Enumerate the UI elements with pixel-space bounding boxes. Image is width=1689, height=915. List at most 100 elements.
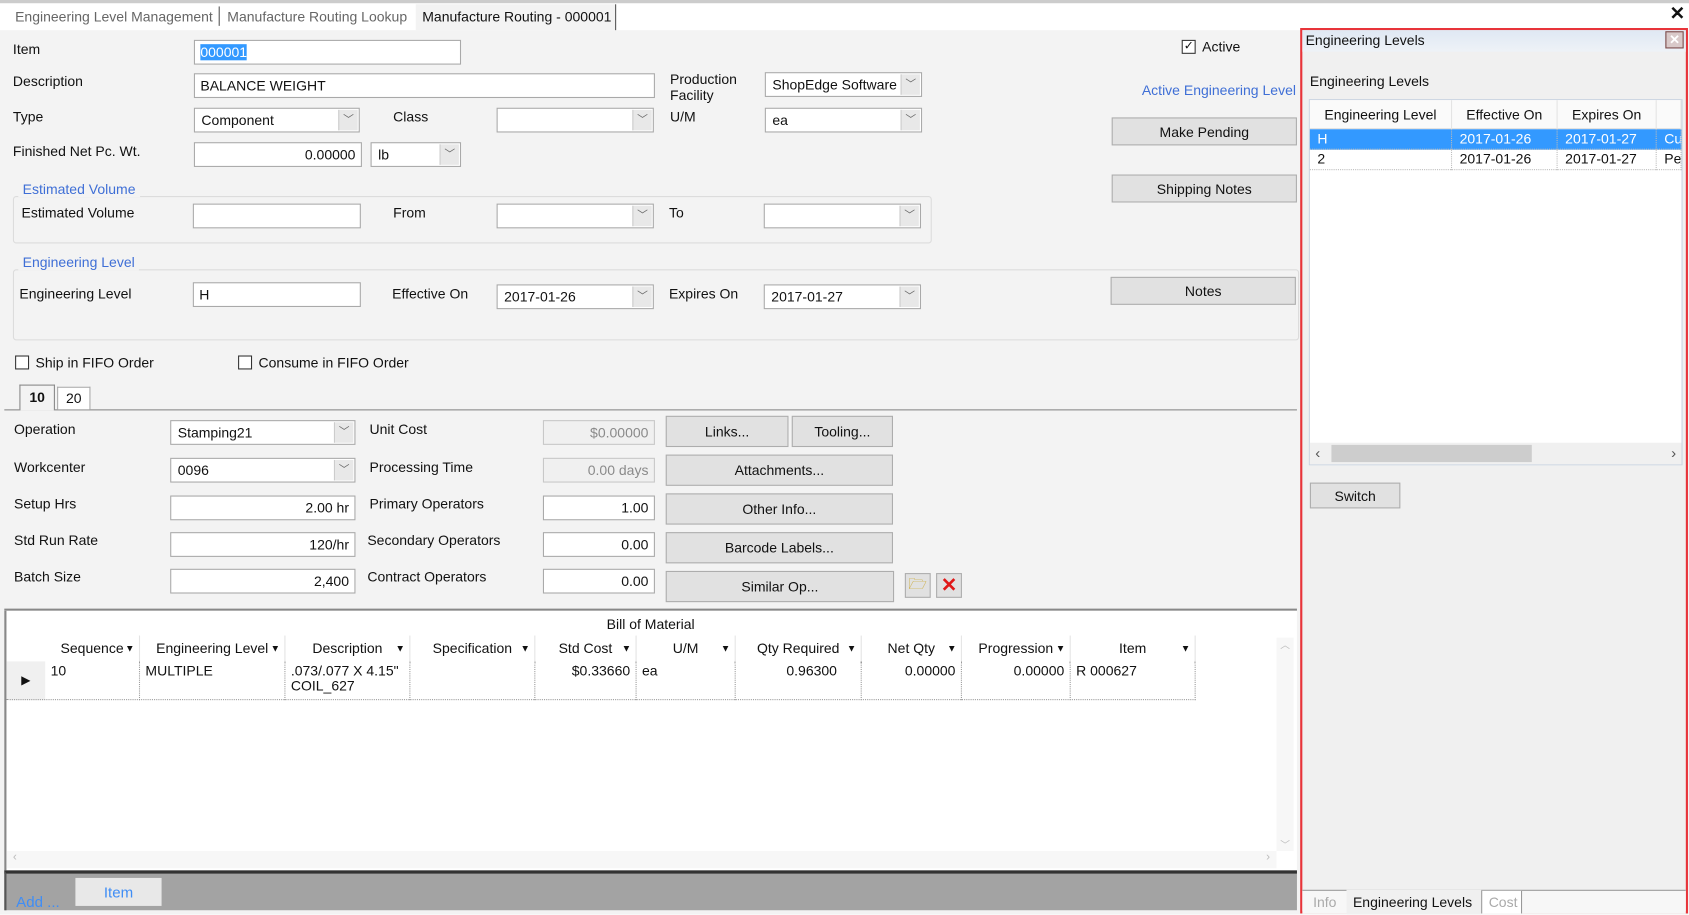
bottom-toolbar: Add ... Item — [4, 870, 1297, 911]
consume-fifo-checkbox[interactable] — [238, 355, 253, 370]
batch-size-input[interactable]: 2,400 — [170, 568, 356, 594]
description-input[interactable]: BALANCE WEIGHT — [193, 73, 655, 99]
cell-description[interactable]: .073/.077 X 4.15" COIL_627 — [285, 661, 411, 701]
column-header[interactable]: Net Qty ▼ — [862, 635, 962, 662]
um-select[interactable]: ea ﹀ — [764, 107, 923, 133]
setup-hrs-input[interactable]: 2.00 hr — [170, 495, 356, 521]
cell-std-cost[interactable]: $0.33660 — [535, 661, 637, 701]
app-window: Engineering Level Management Manufacture… — [0, 0, 1689, 915]
contract-operators-input[interactable]: 0.00 — [542, 568, 655, 594]
weight-unit-select[interactable]: lb ﹀ — [370, 142, 462, 167]
tab-operation-10[interactable]: 10 — [19, 384, 55, 411]
production-facility-select[interactable]: ShopEdge Software ﹀ — [764, 72, 923, 97]
cell-progression[interactable]: 0.00000 — [962, 661, 1071, 701]
filter-dropdown-icon[interactable]: ▼ — [1181, 636, 1191, 662]
tab-manufacture-routing-000001[interactable]: Manufacture Routing - 000001 — [415, 4, 617, 31]
panel-tab-engineering-levels[interactable]: Engineering Levels — [1346, 889, 1482, 915]
shipping-notes-button[interactable]: Shipping Notes — [1111, 174, 1297, 203]
column-header[interactable]: Engineering Level — [1310, 100, 1453, 130]
column-header[interactable]: Progression ▼ — [962, 635, 1071, 662]
filter-dropdown-icon[interactable]: ▼ — [947, 636, 957, 662]
secondary-operators-input[interactable]: 0.00 — [542, 532, 655, 557]
from-select[interactable]: ﹀ — [496, 203, 654, 229]
filter-dropdown-icon[interactable]: ▼ — [1056, 636, 1066, 662]
active-engineering-level-link[interactable]: Active Engineering Level — [1142, 82, 1296, 98]
column-header-label: Net Qty — [887, 639, 936, 657]
net-weight-input[interactable]: 0.00000 — [193, 142, 362, 167]
cell-net-qty[interactable]: 0.00000 — [862, 661, 962, 701]
grid-horizontal-scrollbar[interactable]: ‹ › — [1309, 442, 1682, 465]
barcode-labels-button[interactable]: Barcode Labels... — [665, 532, 893, 564]
filter-dropdown-icon[interactable]: ▼ — [847, 636, 857, 662]
chevron-down-icon: ﹀ — [900, 74, 920, 95]
column-header[interactable]: Expires On — [1558, 100, 1657, 130]
notes-button[interactable]: Notes — [1110, 276, 1296, 305]
active-checkbox[interactable]: ✓ — [1181, 39, 1196, 54]
filter-dropdown-icon[interactable]: ▼ — [125, 636, 135, 662]
estimated-volume-input[interactable] — [192, 203, 361, 229]
ship-fifo-checkbox[interactable] — [15, 355, 30, 370]
expires-on-picker[interactable]: 2017-01-27 ﹀ — [763, 284, 922, 310]
horizontal-scrollbar[interactable]: ‹ › — [6, 850, 1277, 869]
tab-manufacture-routing-lookup[interactable]: Manufacture Routing Lookup — [227, 9, 407, 25]
column-header-label: Progression — [978, 639, 1054, 657]
item-button[interactable]: Item — [75, 877, 162, 906]
column-header[interactable]: Qty Required ▼ — [736, 635, 862, 662]
similar-op-button[interactable]: Similar Op... — [665, 570, 895, 603]
filter-dropdown-icon[interactable]: ▼ — [721, 636, 731, 662]
effective-on-picker[interactable]: 2017-01-26 ﹀ — [496, 284, 654, 310]
class-select[interactable]: ﹀ — [496, 107, 654, 133]
cell-eng-level[interactable]: MULTIPLE — [140, 661, 286, 701]
list-item[interactable]: H2017-01-262017-01-27Cur — [1309, 129, 1682, 150]
table-row[interactable]: 10 MULTIPLE .073/.077 X 4.15" COIL_627 $0.3… — [6, 661, 1196, 701]
cell-um[interactable]: ea — [637, 661, 736, 701]
make-pending-button[interactable]: Make Pending — [1111, 117, 1297, 146]
to-label: To — [668, 204, 684, 221]
column-header[interactable]: Std Cost ▼ — [535, 635, 637, 662]
column-header[interactable]: Item ▼ — [1071, 635, 1196, 662]
column-header[interactable] — [1657, 100, 1682, 130]
panel-close-icon[interactable]: ✕ — [1665, 31, 1684, 49]
item-input[interactable]: 000001 — [193, 39, 462, 65]
filter-dropdown-icon[interactable]: ▼ — [622, 636, 632, 662]
scrollbar-thumb[interactable] — [1331, 444, 1532, 463]
column-header[interactable]: U/M ▼ — [637, 635, 736, 662]
add-link[interactable]: Add ... — [16, 893, 60, 910]
links-button[interactable]: Links... — [665, 415, 789, 448]
folder-open-icon[interactable]: 🗁 — [904, 573, 931, 598]
filter-dropdown-icon[interactable]: ▼ — [520, 636, 530, 662]
column-header[interactable]: Specification ▼ — [410, 635, 536, 662]
list-item[interactable]: 22017-01-262017-01-27Per — [1309, 149, 1682, 171]
to-select[interactable]: ﹀ — [763, 203, 922, 229]
tooling-button[interactable]: Tooling... — [791, 415, 893, 448]
tab-operation-20[interactable]: 20 — [57, 386, 91, 410]
close-icon[interactable]: ✕ — [1670, 3, 1685, 25]
cell-sequence[interactable]: 10 — [45, 661, 141, 701]
workcenter-select[interactable]: 0096 ﹀ — [170, 457, 356, 483]
filter-dropdown-icon[interactable]: ▼ — [270, 636, 280, 662]
engineering-level-input[interactable]: H — [192, 282, 361, 308]
filter-dropdown-icon[interactable]: ▼ — [395, 636, 405, 662]
column-header[interactable]: Effective On — [1452, 100, 1558, 130]
vertical-scrollbar[interactable]: ︿ ﹀ — [1276, 637, 1294, 851]
panel-tab-info[interactable]: Info — [1313, 894, 1336, 910]
column-header[interactable]: Engineering Level ▼ — [140, 635, 286, 662]
other-info-button[interactable]: Other Info... — [665, 493, 893, 525]
cell-specification[interactable] — [410, 661, 536, 701]
cell-qty-required[interactable]: 0.96300 — [736, 661, 862, 701]
column-header[interactable]: Description ▼ — [285, 635, 411, 662]
column-header[interactable]: Sequence ▼ — [45, 635, 141, 662]
attachments-button[interactable]: Attachments... — [665, 454, 893, 486]
active-label: Active — [1202, 38, 1241, 55]
tab-engineering-level-management[interactable]: Engineering Level Management — [15, 9, 213, 25]
cell-item[interactable]: R 000627 — [1071, 661, 1196, 701]
operation-select[interactable]: Stamping21 ﹀ — [170, 420, 356, 445]
switch-button[interactable]: Switch — [1309, 482, 1401, 509]
std-run-rate-input[interactable]: 120/hr — [170, 532, 356, 557]
net-weight-label: Finished Net Pc. Wt. — [12, 143, 141, 160]
delete-icon[interactable]: ✕ — [936, 573, 962, 598]
type-select[interactable]: Component ﹀ — [193, 107, 360, 133]
primary-operators-input[interactable]: 1.00 — [542, 495, 655, 521]
primary-operators-label: Primary Operators — [369, 495, 484, 512]
panel-tab-cost[interactable]: Cost — [1481, 890, 1523, 914]
